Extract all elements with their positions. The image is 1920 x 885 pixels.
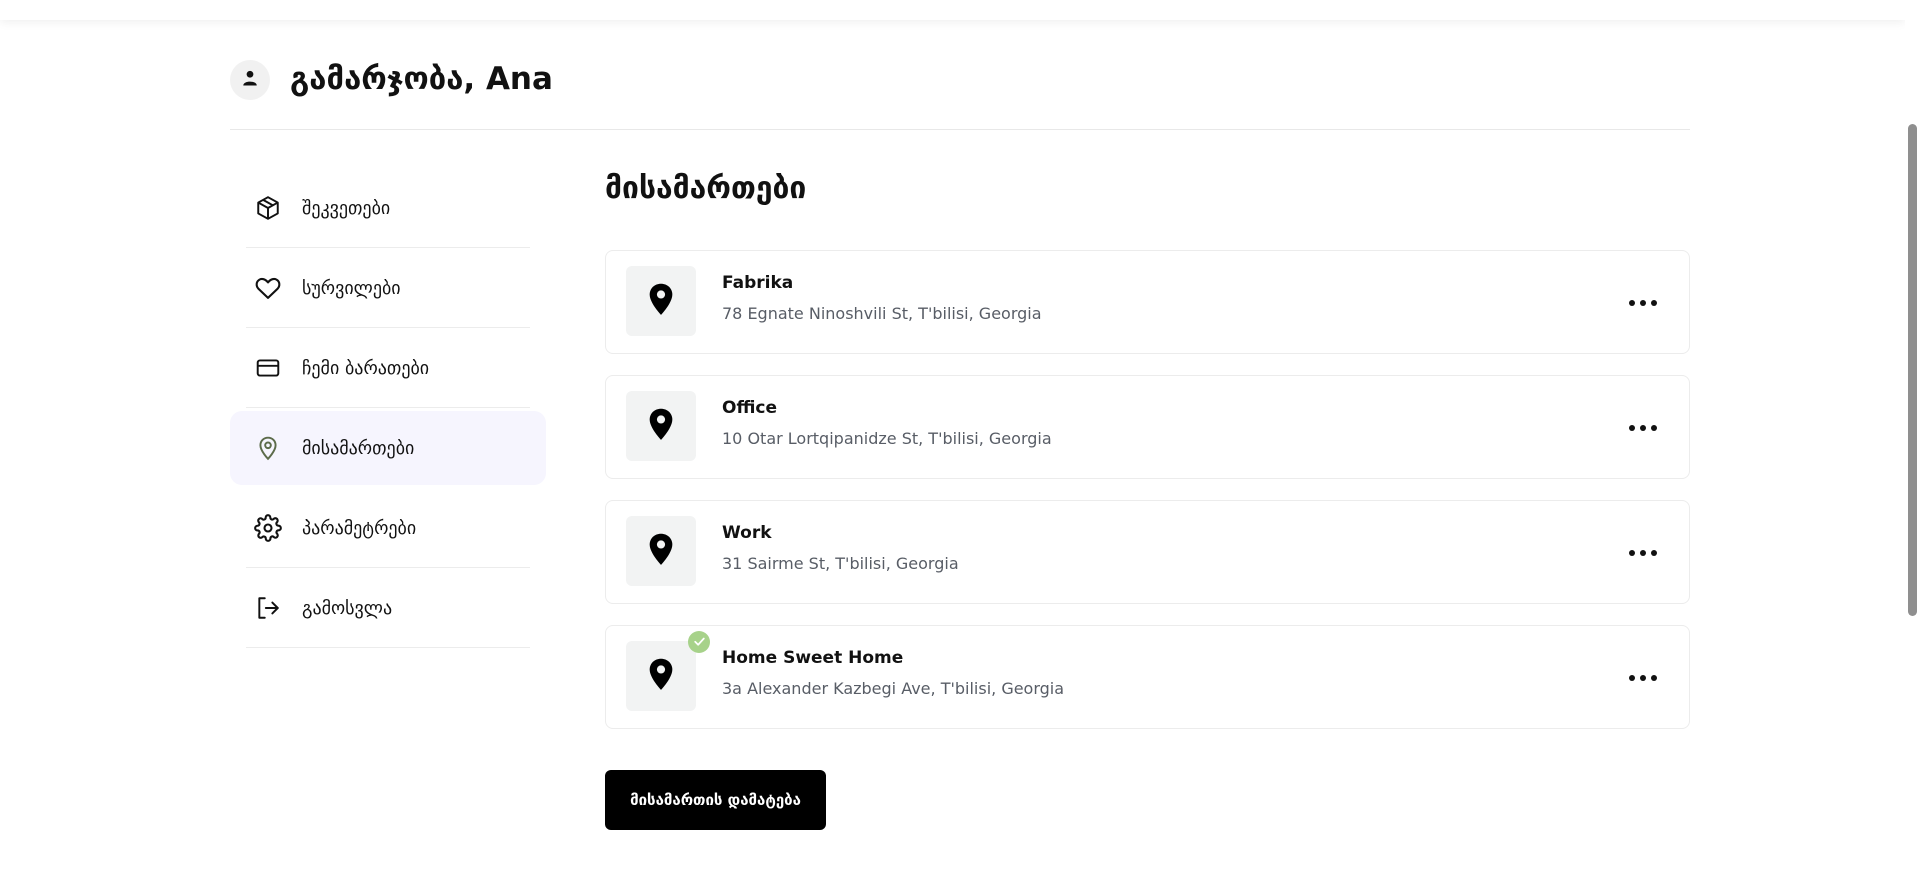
address-pin-box	[626, 266, 696, 336]
address-pin-box	[626, 631, 710, 711]
sidebar-item-label: გამოსვლა	[302, 597, 393, 619]
gear-icon	[253, 513, 283, 543]
default-address-badge	[688, 631, 710, 653]
map-pin-icon	[647, 657, 675, 695]
address-name: Fabrika	[722, 273, 794, 293]
address-line: 31 Sairme St, T'bilisi, Georgia	[722, 554, 959, 573]
top-bar	[0, 0, 1905, 20]
sidebar-item-label: მისამართები	[302, 437, 415, 459]
box-icon	[253, 193, 283, 223]
logout-icon	[253, 593, 283, 623]
address-card: Home Sweet Home 3a Alexander Kazbegi Ave…	[605, 625, 1690, 729]
address-line: 78 Egnate Ninoshvili St, T'bilisi, Georg…	[722, 304, 1042, 323]
address-line: 10 Otar Lortqipanidze St, T'bilisi, Geor…	[722, 429, 1052, 448]
address-card: Fabrika 78 Egnate Ninoshvili St, T'bilis…	[605, 250, 1690, 354]
more-horizontal-icon	[1629, 425, 1657, 431]
more-options-button[interactable]	[1625, 410, 1661, 446]
add-address-button[interactable]: მისამართის დამატება	[605, 770, 826, 830]
heart-icon	[253, 273, 283, 303]
map-pin-icon	[253, 433, 283, 463]
account-sidebar: შეკვეთები სურვილები ჩემი ბარათები მისამა…	[230, 168, 546, 648]
scrollbar-thumb[interactable]	[1908, 124, 1917, 616]
address-name: Home Sweet Home	[722, 648, 904, 668]
page-title: მისამართები	[605, 171, 807, 206]
check-icon	[693, 633, 706, 652]
more-horizontal-icon	[1629, 550, 1657, 556]
header-divider	[230, 129, 1690, 130]
sidebar-divider	[246, 647, 530, 648]
more-options-button[interactable]	[1625, 285, 1661, 321]
sidebar-item-orders[interactable]: შეკვეთები	[230, 168, 546, 248]
sidebar-item-settings[interactable]: პარამეტრები	[230, 488, 546, 568]
address-list: Fabrika 78 Egnate Ninoshvili St, T'bilis…	[605, 250, 1690, 750]
sidebar-item-logout[interactable]: გამოსვლა	[230, 568, 546, 648]
scrollbar[interactable]	[1905, 0, 1920, 885]
address-card: Office 10 Otar Lortqipanidze St, T'bilis…	[605, 375, 1690, 479]
address-name: Office	[722, 398, 778, 418]
sidebar-divider	[246, 407, 530, 408]
map-pin-icon	[647, 407, 675, 445]
map-pin-icon	[647, 532, 675, 570]
address-pin-box	[626, 391, 696, 461]
address-pin-box	[626, 516, 696, 586]
avatar	[230, 60, 270, 100]
more-options-button[interactable]	[1625, 535, 1661, 571]
credit-card-icon	[253, 353, 283, 383]
more-options-button[interactable]	[1625, 660, 1661, 696]
sidebar-item-label: პარამეტრები	[302, 517, 417, 539]
greeting-title: გამარჯობა, Ana	[290, 61, 553, 97]
address-line: 3a Alexander Kazbegi Ave, T'bilisi, Geor…	[722, 679, 1065, 698]
address-card: Work 31 Sairme St, T'bilisi, Georgia	[605, 500, 1690, 604]
address-name: Work	[722, 523, 772, 543]
user-icon	[241, 69, 259, 91]
sidebar-item-wishlist[interactable]: სურვილები	[230, 248, 546, 328]
sidebar-item-label: შეკვეთები	[302, 197, 391, 219]
sidebar-item-label: სურვილები	[302, 277, 401, 299]
sidebar-item-cards[interactable]: ჩემი ბარათები	[230, 328, 546, 408]
map-pin-icon	[647, 282, 675, 320]
sidebar-item-addresses[interactable]: მისამართები	[230, 411, 546, 485]
more-horizontal-icon	[1629, 675, 1657, 681]
sidebar-item-label: ჩემი ბარათები	[302, 357, 430, 379]
more-horizontal-icon	[1629, 300, 1657, 306]
